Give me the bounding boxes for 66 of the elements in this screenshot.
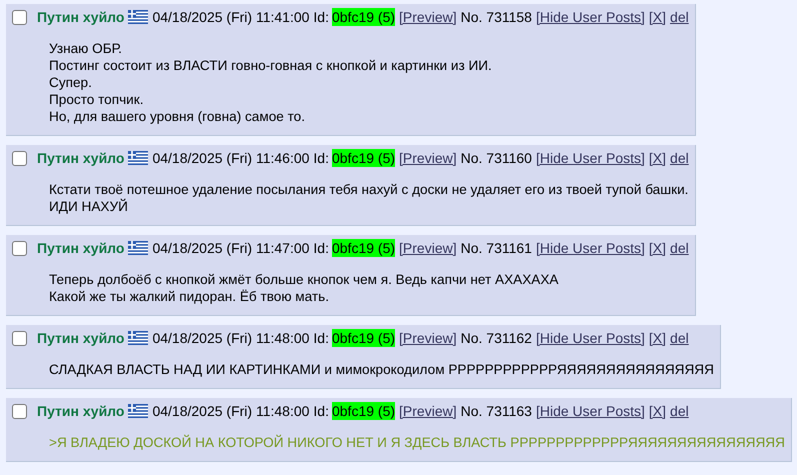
poster-name: Путин хуйло (37, 8, 124, 26)
hide-posts-link[interactable]: [Hide User Posts] (536, 329, 645, 347)
flag-icon (128, 331, 148, 345)
id-label: Id: (313, 402, 329, 420)
post-date: 04/18/2025 (Fri) 11:48:00 (152, 329, 310, 347)
post-date: 04/18/2025 (Fri) 11:41:00 (152, 8, 310, 26)
poster-name: Путин хуйло (37, 149, 124, 167)
post-text: Постинг состоит из ВЛАСТИ говно-говная с кнопкой и картинки из ИИ. (49, 57, 493, 74)
poster-id[interactable]: 0bfc19 (5) (332, 329, 396, 347)
id-label: Id: (313, 8, 329, 26)
remove-link[interactable]: [X] (648, 8, 666, 26)
post-number: No. 731161 (460, 239, 532, 257)
checkbox[interactable] (12, 404, 27, 418)
checkbox[interactable] (12, 10, 27, 24)
checkbox[interactable] (12, 240, 27, 256)
post-text: Узнаю ОБР. (49, 40, 123, 57)
poster-name: Путин хуйло (37, 329, 124, 347)
id-label: Id: (313, 149, 329, 167)
hide-posts-link[interactable]: [Hide User Posts] (536, 402, 645, 420)
post-date: 04/18/2025 (Fri) 11:47:00 (152, 239, 310, 257)
flag-icon (128, 241, 148, 255)
preview-link[interactable]: [Preview] (399, 149, 457, 167)
post-text: Но, для вашего уровня (говна) самое то. (49, 108, 306, 125)
preview-link[interactable]: [Preview] (399, 329, 457, 347)
post-date: 04/18/2025 (Fri) 11:48:00 (152, 402, 310, 420)
preview-link[interactable]: [Preview] (399, 8, 457, 26)
hide-posts-link[interactable]: [Hide User Posts] (536, 8, 645, 26)
flag-icon (128, 151, 148, 165)
id-label: Id: (313, 239, 329, 257)
poster-name: Путин хуйло (37, 239, 124, 257)
remove-link[interactable]: [X] (648, 239, 666, 257)
post-text: Теперь долбоёб с кнопкой жмёт больше кнопок чем я. Ведь капчи нет АХАХАХА (49, 271, 560, 288)
poster-id[interactable]: 0bfc19 (5) (332, 239, 396, 257)
delete-link[interactable]: del (670, 329, 689, 347)
remove-link[interactable]: [X] (648, 149, 666, 167)
delete-link[interactable]: del (670, 8, 689, 26)
delete-link[interactable]: del (670, 239, 689, 257)
remove-link[interactable]: [X] (648, 402, 666, 420)
post-text: Какой же ты жалкий пидоран. Ёб твою мать. (49, 288, 330, 305)
poster-id[interactable]: 0bfc19 (5) (332, 8, 396, 26)
post-text: Супер. (49, 74, 93, 91)
post-number: No. 731163 (460, 402, 532, 420)
checkbox[interactable] (12, 330, 27, 346)
delete-link[interactable]: del (670, 402, 689, 420)
hide-posts-link[interactable]: [Hide User Posts] (536, 239, 645, 257)
flag-icon (128, 10, 148, 24)
post-text: СЛАДКАЯ ВЛАСТЬ НАД ИИ КАРТИНКАМИ и мимокрокодилом РРРРРРРРРРРРЯЯЯЯЯЯЯЯЯЯЯЯЯЯЯЯ (49, 361, 714, 378)
remove-link[interactable]: [X] (648, 329, 666, 347)
preview-link[interactable]: [Preview] (399, 239, 457, 257)
checkbox[interactable] (12, 150, 27, 166)
post-number: No. 731158 (460, 8, 532, 26)
post-number: No. 731160 (460, 149, 532, 167)
quote-text: >Я ВЛАДЕЮ ДОСКОЙ НА КОТОРОЙ НИКОГО НЕТ И Я ЗДЕСЬ ВЛАСТЬ РРРРРРРРРРРРРЯЯЯЯЯЯЯЯЯЯЯЯЯЯЯЯ (49, 434, 785, 451)
post-text: Просто топчик. (49, 91, 144, 108)
flag-icon (128, 404, 148, 418)
post-text: ИДИ НАХУЙ (49, 198, 129, 215)
id-label: Id: (313, 329, 329, 347)
post-date: 04/18/2025 (Fri) 11:46:00 (152, 149, 310, 167)
post-number: No. 731162 (460, 329, 532, 347)
poster-name: Путин хуйло (37, 402, 124, 420)
poster-id[interactable]: 0bfc19 (5) (332, 149, 396, 167)
preview-link[interactable]: [Preview] (399, 402, 457, 420)
post-text: Кстати твоё потешное удаление посылания тебя нахуй с доски не удаляет его из твоей тупой башки. (49, 181, 689, 198)
poster-id[interactable]: 0bfc19 (5) (332, 402, 396, 420)
hide-posts-link[interactable]: [Hide User Posts] (536, 149, 645, 167)
delete-link[interactable]: del (670, 149, 689, 167)
